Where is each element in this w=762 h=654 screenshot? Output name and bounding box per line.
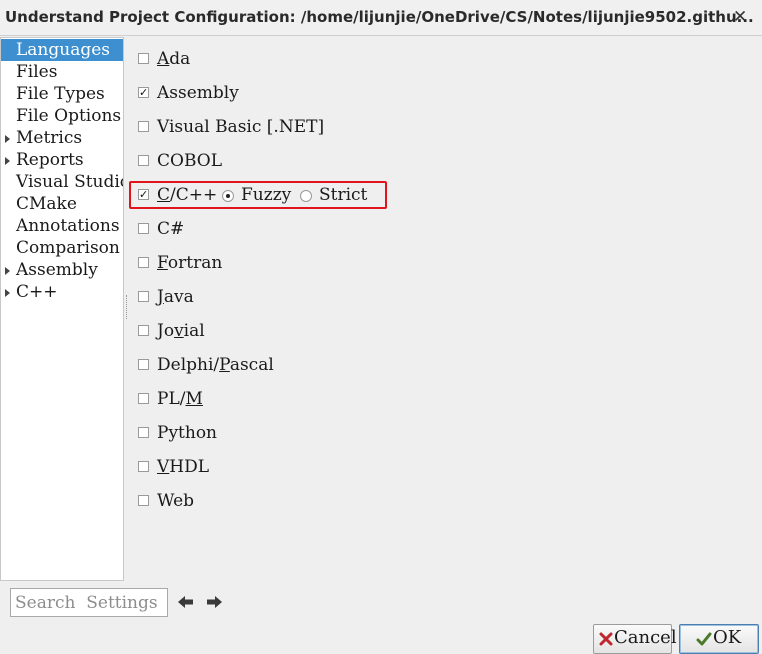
sidebar-item-label: Reports [16, 150, 84, 170]
delphi-pascal-checkbox[interactable] [138, 359, 149, 370]
language-label: Java [157, 287, 194, 307]
language-label: Web [157, 491, 195, 511]
sidebar-item-label: Files [16, 62, 58, 82]
sidebar-item-label: Metrics [16, 128, 83, 148]
sidebar-item-files[interactable]: Files [1, 61, 123, 83]
language-label: COBOL [157, 151, 222, 171]
pane-splitter-handle[interactable] [126, 295, 129, 319]
ada-checkbox[interactable] [138, 53, 149, 64]
sidebar-item-cmake[interactable]: CMake [1, 193, 123, 215]
ok-check-icon [696, 632, 712, 646]
close-icon[interactable]: ✕ [733, 7, 747, 27]
language-label: Assembly [157, 83, 239, 103]
language-label: C/C++ [157, 185, 218, 205]
sidebar-item-reports[interactable]: Reports [1, 149, 123, 171]
language-label: Python [157, 423, 218, 443]
language-label: Delphi/Pascal [157, 355, 274, 375]
title-bar: Understand Project Configuration: /home/… [0, 0, 762, 36]
sidebar-item-label: Annotations [16, 216, 120, 236]
sidebar-item-annotations[interactable]: Annotations [1, 215, 123, 237]
expand-arrow-icon[interactable] [5, 135, 10, 143]
strict-radio[interactable] [300, 190, 312, 202]
expand-arrow-icon[interactable] [5, 157, 10, 165]
language-label: VHDL [157, 457, 210, 477]
vhdl-checkbox[interactable] [138, 461, 149, 472]
language-label: Ada [157, 49, 191, 69]
window-title: Understand Project Configuration: /home/… [5, 8, 754, 26]
sidebar-item-visual-studio[interactable]: Visual Studio [1, 171, 123, 193]
java-checkbox[interactable] [138, 291, 149, 302]
sidebar-item-label: Assembly [16, 260, 98, 280]
web-checkbox[interactable] [138, 495, 149, 506]
language-label: Jovial [157, 321, 205, 341]
expand-arrow-icon[interactable] [5, 289, 10, 297]
csharp-checkbox[interactable] [138, 223, 149, 234]
forward-arrow-icon[interactable] [205, 594, 223, 610]
plm-checkbox[interactable] [138, 393, 149, 404]
settings-category-tree[interactable]: Languages Files File Types File Options … [0, 37, 124, 581]
jovial-checkbox[interactable] [138, 325, 149, 336]
language-label: Fortran [157, 253, 223, 273]
sidebar-item-file-types[interactable]: File Types [1, 83, 123, 105]
language-label: Visual Basic [.NET] [157, 117, 325, 137]
sidebar-item-file-options[interactable]: File Options [1, 105, 123, 127]
cancel-label: Cancel [614, 627, 677, 648]
language-label: PL/M [157, 389, 203, 409]
cobol-checkbox[interactable] [138, 155, 149, 166]
sidebar-item-metrics[interactable]: Metrics [1, 127, 123, 149]
expand-arrow-icon[interactable] [5, 267, 10, 275]
language-label: C# [157, 219, 185, 239]
sidebar-item-label: Comparison [16, 238, 120, 258]
sidebar-item-label: C++ [16, 282, 58, 302]
fortran-checkbox[interactable] [138, 257, 149, 268]
python-checkbox[interactable] [138, 427, 149, 438]
fuzzy-radio[interactable] [222, 190, 234, 202]
sidebar-item-label: File Types [16, 84, 105, 104]
radio-label: Fuzzy [241, 185, 292, 205]
sidebar-item-languages[interactable]: Languages [1, 39, 123, 61]
cancel-x-icon [599, 632, 613, 646]
sidebar-item-comparison[interactable]: Comparison [1, 237, 123, 259]
assembly-checkbox[interactable] [138, 87, 149, 98]
ok-label: OK [713, 627, 742, 648]
cpp-checkbox[interactable] [138, 189, 149, 200]
sidebar-item-label: Visual Studio [16, 172, 124, 192]
visual-basic-checkbox[interactable] [138, 121, 149, 132]
radio-label: Strict [319, 185, 368, 205]
back-arrow-icon[interactable] [177, 594, 195, 610]
sidebar-item-label: Languages [16, 40, 111, 60]
sidebar-item-assembly[interactable]: Assembly [1, 259, 123, 281]
sidebar-item-cpp[interactable]: C++ [1, 281, 123, 303]
sidebar-item-label: File Options [16, 106, 122, 126]
sidebar-item-label: CMake [16, 194, 77, 214]
search-settings-input[interactable] [10, 588, 168, 617]
